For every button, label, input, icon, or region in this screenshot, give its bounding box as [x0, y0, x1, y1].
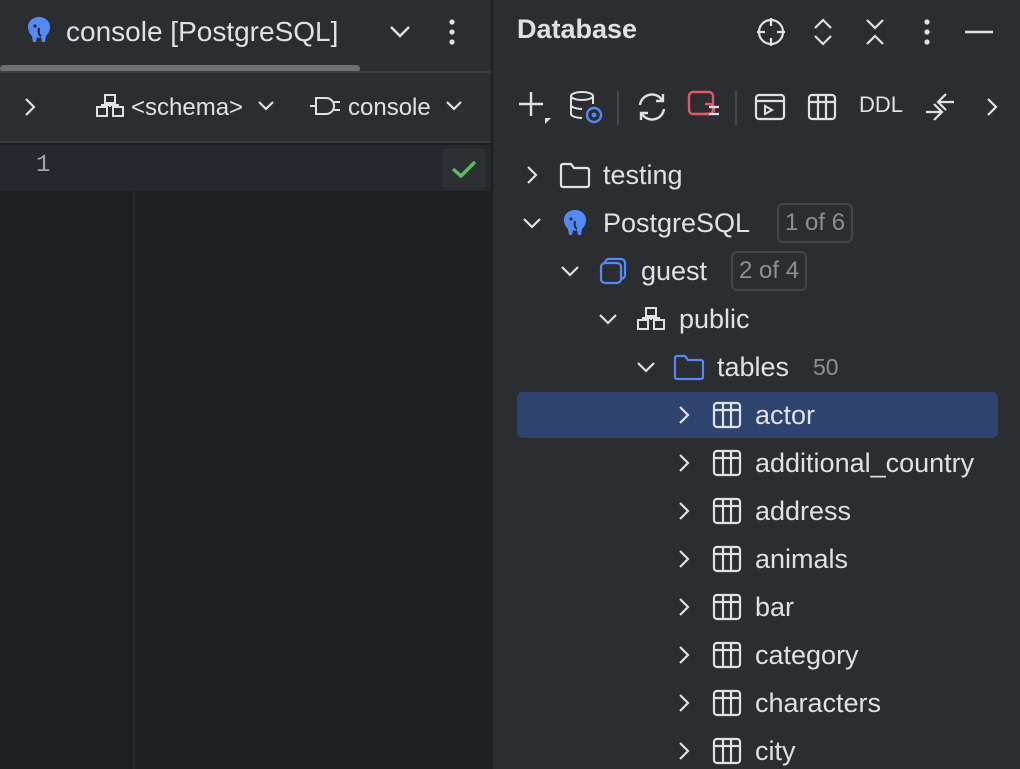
database-tool-window: Database — [491, 0, 1020, 769]
chevron-right-icon[interactable] — [673, 740, 695, 762]
postgresql-elephant-icon — [559, 207, 591, 239]
tree-node-guest[interactable]: guest 2 of 4 — [517, 248, 998, 294]
plug-icon — [308, 94, 342, 123]
tree-node-testing[interactable]: testing — [517, 152, 998, 198]
schema-icon — [635, 303, 667, 335]
tree-node-table[interactable]: category — [517, 632, 998, 678]
schema-selector[interactable]: <schema> — [95, 91, 275, 125]
expand-all-icon[interactable] — [805, 14, 841, 50]
table-count: 50 — [813, 354, 839, 381]
database-panel-title: Database — [517, 14, 637, 45]
tree-node-label: bar — [755, 592, 794, 623]
tree-node-label: public — [679, 304, 750, 335]
postgresql-elephant-icon — [24, 14, 54, 51]
editor-tab[interactable]: console [PostgreSQL] — [24, 12, 338, 52]
disconnect-icon[interactable] — [685, 88, 723, 126]
toolbar-separator — [617, 90, 619, 126]
minimize-icon[interactable] — [961, 14, 997, 50]
tree-node-table[interactable]: city — [517, 728, 998, 769]
locate-crosshair-icon[interactable] — [753, 14, 789, 50]
table-icon — [711, 735, 743, 767]
tree-node-label: guest — [641, 256, 707, 287]
tree-node-table[interactable]: animals — [517, 536, 998, 582]
chevron-down-icon[interactable] — [597, 308, 619, 330]
chevron-down-icon[interactable] — [559, 260, 581, 282]
table-icon — [711, 495, 743, 527]
jump-to-query-console-icon[interactable] — [751, 88, 789, 126]
tab-more-options-icon[interactable] — [436, 12, 468, 52]
tab-list-chevron-down-icon[interactable] — [384, 12, 416, 52]
editor-tab-title: console [PostgreSQL] — [66, 16, 338, 48]
chevron-right-icon[interactable] — [673, 548, 695, 570]
line-number-gutter — [0, 145, 135, 769]
ide-window: console [PostgreSQL] — [0, 0, 1020, 769]
chevron-down-icon[interactable] — [635, 356, 657, 378]
chevron-right-icon[interactable] — [673, 692, 695, 714]
toolbar-more-chevron-right-icon[interactable] — [973, 88, 1011, 126]
introspection-scope-badge[interactable]: 1 of 6 — [777, 203, 853, 243]
line-number: 1 — [36, 152, 50, 179]
tree-node-label: actor — [755, 400, 815, 431]
tree-node-label: city — [755, 736, 796, 767]
chevron-down-icon[interactable] — [521, 212, 543, 234]
panel-options-icon[interactable] — [909, 14, 945, 50]
table-icon — [711, 591, 743, 623]
editor-toolbar: <schema> console — [0, 73, 491, 143]
session-selector-label: console — [348, 94, 431, 122]
tree-node-table[interactable]: characters — [517, 680, 998, 726]
tree-node-label: testing — [603, 160, 683, 191]
current-line-highlight[interactable] — [0, 145, 491, 191]
data-source-properties-icon[interactable] — [567, 88, 605, 126]
table-icon — [711, 399, 743, 431]
table-icon — [711, 543, 743, 575]
tree-node-label: tables — [717, 352, 789, 383]
toolbar-expand-chevron-right-icon[interactable] — [16, 93, 44, 121]
tree-node-label: PostgreSQL — [603, 208, 750, 239]
editor-tab-bar: console [PostgreSQL] — [0, 0, 491, 72]
add-new-icon[interactable] — [515, 88, 553, 126]
tree-node-table[interactable]: additional_country — [517, 440, 998, 486]
tree-node-label: category — [755, 640, 859, 671]
table-editor-icon[interactable] — [803, 88, 841, 126]
toolbar-separator — [735, 90, 737, 126]
table-icon — [711, 639, 743, 671]
table-icon — [711, 447, 743, 479]
tree-node-label: animals — [755, 544, 848, 575]
schema-chevron-down-icon — [257, 99, 275, 117]
ddl-button[interactable]: DDL — [859, 92, 903, 118]
chevron-right-icon[interactable] — [673, 500, 695, 522]
compare-migrate-icon[interactable] — [921, 88, 959, 126]
schema-selector-label: <schema> — [131, 94, 243, 122]
chevron-right-icon[interactable] — [521, 164, 543, 186]
tree-node-label: additional_country — [755, 448, 974, 479]
schema-icon — [95, 93, 125, 124]
chevron-right-icon[interactable] — [673, 404, 695, 426]
database-toolbar: DDL — [493, 82, 1020, 132]
chevron-right-icon[interactable] — [673, 596, 695, 618]
refresh-icon[interactable] — [633, 88, 671, 126]
tree-node-label: characters — [755, 688, 881, 719]
folder-icon — [673, 351, 705, 383]
tree-node-label: address — [755, 496, 851, 527]
session-selector[interactable]: console — [308, 91, 463, 125]
tree-node-public[interactable]: public — [517, 296, 998, 342]
tree-node-table[interactable]: actor — [517, 392, 998, 438]
tree-node-postgresql[interactable]: PostgreSQL 1 of 6 — [517, 200, 998, 246]
tree-node-tables[interactable]: tables 50 — [517, 344, 998, 390]
session-chevron-down-icon — [445, 99, 463, 117]
folder-icon — [559, 159, 591, 191]
chevron-right-icon[interactable] — [673, 644, 695, 666]
tree-node-table[interactable]: bar — [517, 584, 998, 630]
introspection-scope-badge[interactable]: 2 of 4 — [731, 251, 807, 291]
table-icon — [711, 687, 743, 719]
database-icon — [597, 255, 629, 287]
inspection-ok-checkmark-icon[interactable] — [442, 148, 486, 190]
collapse-all-icon[interactable] — [857, 14, 893, 50]
chevron-right-icon[interactable] — [673, 452, 695, 474]
editor-pane: console [PostgreSQL] — [0, 0, 491, 769]
tree-node-table[interactable]: address — [517, 488, 998, 534]
